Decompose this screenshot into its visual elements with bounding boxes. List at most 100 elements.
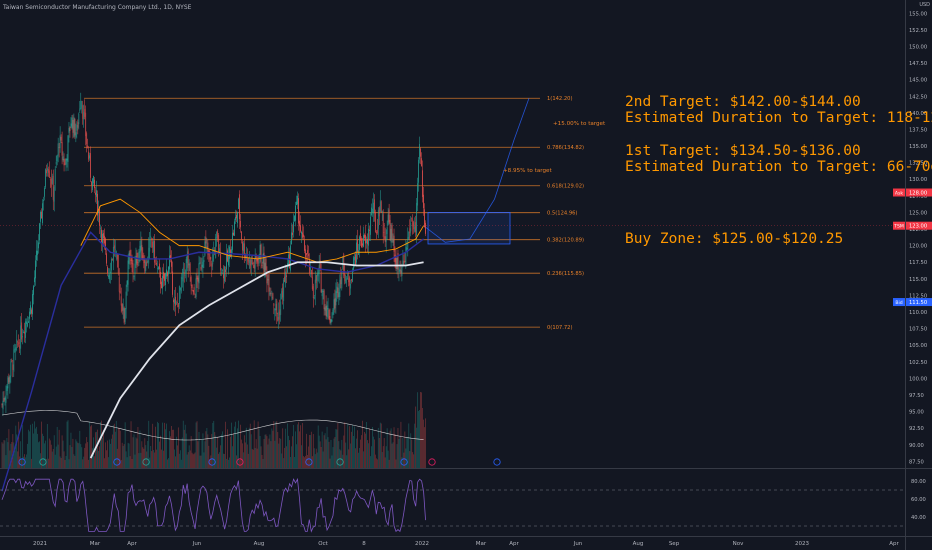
target2-price-text: 2nd Target: $142.00-$144.00 xyxy=(625,94,861,110)
candle-body xyxy=(280,301,282,315)
candle-body xyxy=(183,272,185,273)
candle-body xyxy=(85,112,87,137)
candle-body xyxy=(74,119,76,136)
candle-body xyxy=(30,305,31,314)
candle-body xyxy=(249,259,251,269)
candle-body xyxy=(375,231,377,234)
candle-body xyxy=(114,248,116,250)
candle-body xyxy=(77,122,79,128)
price-chart[interactable]: 155.00152.50150.00147.50145.00142.50140.… xyxy=(0,0,932,550)
candle-body xyxy=(274,308,276,311)
candle-body xyxy=(252,263,254,264)
candle-body xyxy=(391,225,393,240)
candle-body xyxy=(57,143,59,156)
rsi-tick-label: 40.00 xyxy=(911,515,926,521)
candle-body xyxy=(41,211,42,219)
x-tick-label: Aug xyxy=(633,541,644,547)
candle-body xyxy=(385,236,387,243)
candle-body xyxy=(10,361,12,377)
candle-body xyxy=(269,292,271,295)
candle-body xyxy=(65,158,67,165)
fib-level-label: 0.5(124.96) xyxy=(547,211,577,217)
candle-body xyxy=(415,222,417,233)
candle-body xyxy=(124,308,126,322)
y-tick-label: 95.00 xyxy=(909,410,924,416)
candle-body xyxy=(20,325,22,349)
candle-body xyxy=(82,105,84,119)
price-tag-value: 128.00 xyxy=(909,191,927,197)
pct-target1-label: +8.95% to target xyxy=(503,168,552,174)
candle-body xyxy=(321,289,323,297)
candle-body xyxy=(416,202,418,236)
candle-body xyxy=(7,377,9,389)
candle-body xyxy=(288,254,289,266)
candle-body xyxy=(29,311,30,319)
candle-body xyxy=(265,258,267,270)
candle-body xyxy=(148,247,150,264)
candle-body xyxy=(33,286,34,295)
candle-body xyxy=(250,258,252,266)
candle-body xyxy=(196,275,198,280)
candle-body xyxy=(421,158,422,167)
x-tick-label: 2022 xyxy=(415,541,429,547)
candle-body xyxy=(386,227,388,235)
candle-body xyxy=(81,105,83,107)
candle-body xyxy=(106,253,107,264)
candle-body xyxy=(53,186,55,202)
candle-body xyxy=(313,296,315,299)
candle-body xyxy=(306,253,307,255)
candle-body xyxy=(277,317,279,321)
candle-body xyxy=(284,276,286,282)
y-tick-label: 87.50 xyxy=(909,459,924,465)
candle-body xyxy=(254,254,256,269)
candle-body xyxy=(78,113,80,125)
candle-body xyxy=(365,235,366,244)
candle-body xyxy=(91,181,92,186)
candle-body xyxy=(56,155,58,162)
candle-body xyxy=(21,322,23,340)
y-tick-label: 147.50 xyxy=(909,61,927,67)
y-tick-label: 90.00 xyxy=(909,443,924,449)
candle-body xyxy=(146,260,148,266)
price-tag: Ask 128.00 xyxy=(893,188,932,197)
candle-body xyxy=(384,236,386,242)
candle-body xyxy=(12,364,14,370)
candle-body xyxy=(285,271,287,284)
candle-body xyxy=(409,228,411,234)
candle-body xyxy=(247,258,249,262)
candle-body xyxy=(242,243,244,252)
x-tick-label: Jun xyxy=(192,541,202,547)
candle-body xyxy=(370,216,371,235)
candle-body xyxy=(93,175,94,184)
candle-body xyxy=(238,198,239,209)
candle-body xyxy=(198,263,200,284)
candle-body xyxy=(287,263,288,273)
candle-body xyxy=(316,273,318,281)
candle-body xyxy=(24,331,26,334)
candle-body xyxy=(164,273,165,281)
candle-body xyxy=(348,278,350,283)
candle-body xyxy=(389,219,391,240)
fib-level-label: 0.786(134.82) xyxy=(547,145,584,151)
candle-body xyxy=(174,299,175,304)
y-tick-label: 117.50 xyxy=(909,260,927,266)
candle-body xyxy=(223,274,224,279)
currency-label[interactable]: USD xyxy=(919,3,930,8)
candle-body xyxy=(173,299,174,303)
candle-body xyxy=(210,257,212,260)
candle-body xyxy=(341,270,343,289)
candle-body xyxy=(279,309,281,316)
candle-body xyxy=(4,398,6,400)
candle-body xyxy=(301,231,302,234)
candle-body xyxy=(68,128,70,133)
candle-body xyxy=(328,309,330,320)
fib-level-label: 0.236(115.85) xyxy=(547,271,584,277)
event-marker-icon xyxy=(428,458,436,466)
candle-body xyxy=(175,302,177,304)
candle-body xyxy=(401,267,403,276)
candle-body xyxy=(195,278,197,298)
candle-body xyxy=(423,194,424,209)
candle-body xyxy=(36,250,37,261)
candle-body xyxy=(376,229,378,234)
candle-body xyxy=(149,239,151,252)
